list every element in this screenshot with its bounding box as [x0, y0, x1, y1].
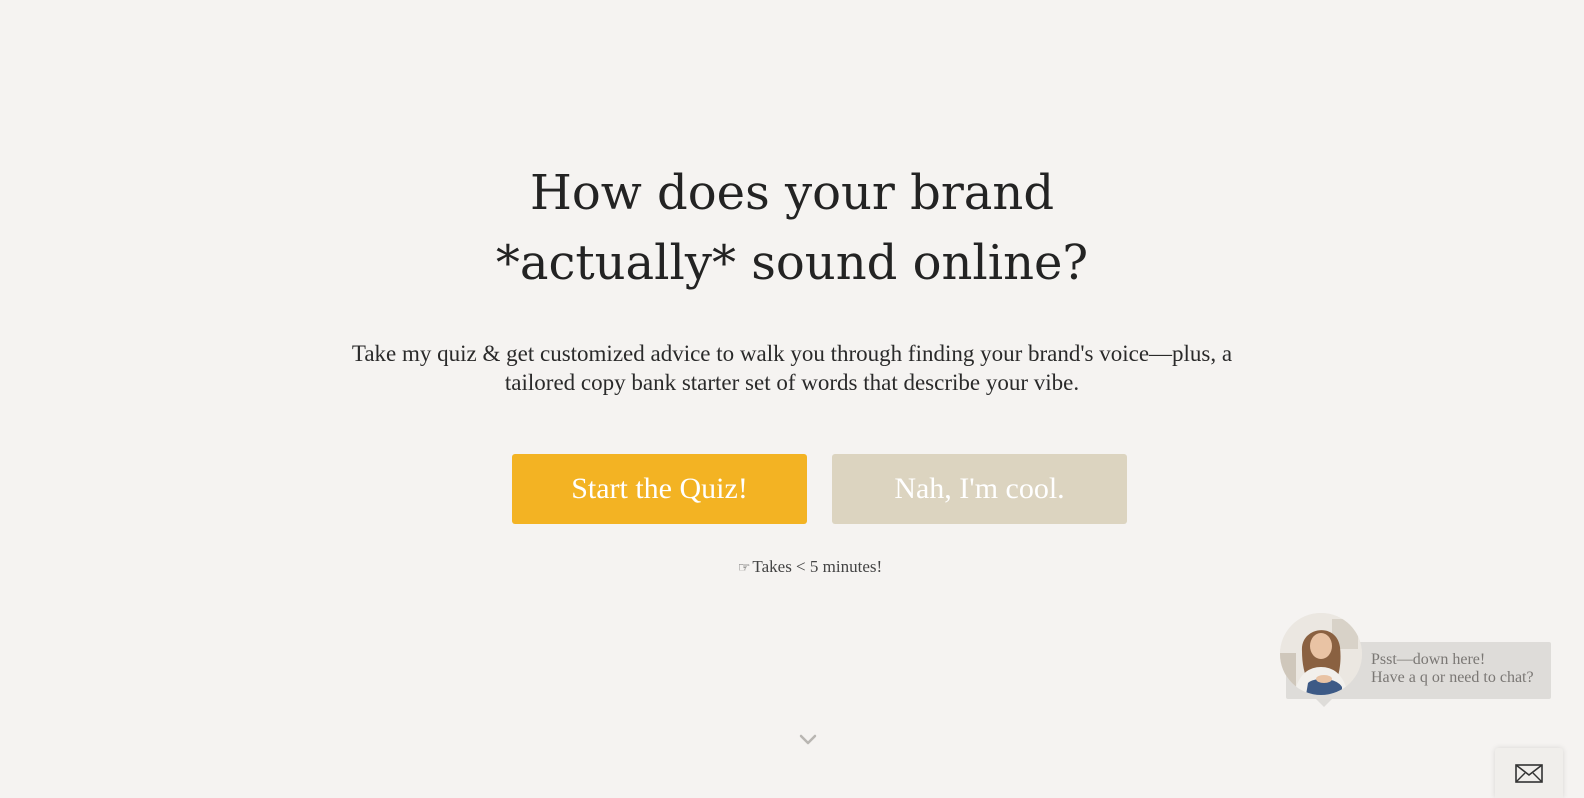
- chat-prompt-line-2: Have a q or need to chat?: [1371, 669, 1534, 686]
- page-subtitle: Take my quiz & get customized advice to …: [351, 341, 1233, 395]
- page-title-line-2: *actually* sound online?: [495, 235, 1089, 291]
- contact-mail-button[interactable]: [1495, 748, 1563, 798]
- pointing-hand-icon: ☞: [737, 561, 751, 576]
- page-title-line-1: How does your brand: [529, 165, 1055, 221]
- chat-prompt-text: Psst—down here! Have a q or need to chat…: [1371, 651, 1534, 687]
- chevron-down-icon[interactable]: [799, 734, 817, 746]
- decline-button[interactable]: Nah, I'm cool.: [832, 454, 1127, 524]
- start-quiz-button[interactable]: Start the Quiz!: [512, 454, 807, 524]
- chat-bubble-tail: [1316, 699, 1332, 707]
- time-estimate-text: Takes < 5 minutes!: [752, 557, 883, 576]
- avatar[interactable]: [1280, 613, 1362, 695]
- time-estimate-note: ☞ Takes < 5 minutes!: [0, 557, 1584, 577]
- envelope-icon: [1515, 763, 1543, 783]
- page-title: How does your brand *actually* sound onl…: [0, 158, 1584, 298]
- avatar-photo: [1280, 613, 1362, 695]
- chat-prompt-line-1: Psst—down here!: [1371, 651, 1486, 668]
